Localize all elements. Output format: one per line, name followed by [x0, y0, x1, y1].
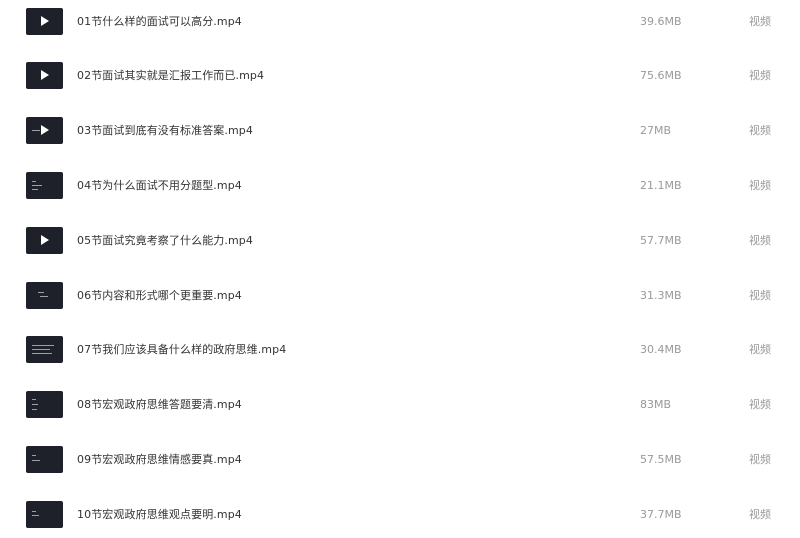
thumbnail-text-line	[32, 188, 38, 190]
play-icon	[41, 15, 49, 26]
file-type: 视频	[749, 289, 771, 302]
file-name[interactable]: 06节内容和形式哪个更重要.mp4	[77, 287, 242, 303]
file-name[interactable]: 03节面试到底有没有标准答案.mp4	[77, 122, 253, 138]
file-name[interactable]: 04节为什么面试不用分题型.mp4	[77, 177, 242, 193]
thumbnail-text-line	[40, 295, 48, 297]
play-icon	[41, 69, 49, 80]
file-name[interactable]: 08节宏观政府思维答题要清.mp4	[77, 396, 242, 412]
file-size: 75.6MB	[640, 68, 682, 82]
video-thumbnail[interactable]	[26, 445, 63, 473]
file-size: 57.5MB	[640, 452, 682, 466]
file-type: 视频	[749, 234, 771, 247]
file-type: 视频	[749, 398, 771, 411]
video-thumbnail[interactable]	[26, 116, 63, 144]
file-name[interactable]: 01节什么样的面试可以高分.mp4	[77, 13, 242, 29]
thumbnail-text-line	[32, 514, 39, 516]
file-row[interactable]: 04节为什么面试不用分题型.mp4 21.1MB 视频	[0, 158, 800, 212]
thumbnail-text-line	[32, 459, 40, 461]
file-row[interactable]: 03节面试到底有没有标准答案.mp4 27MB 视频	[0, 103, 800, 157]
video-thumbnail[interactable]	[26, 7, 63, 35]
thumbnail-text-line	[38, 291, 44, 293]
file-type: 视频	[749, 508, 771, 521]
thumbnail-text-line	[32, 408, 37, 410]
video-thumbnail[interactable]	[26, 335, 63, 363]
file-type: 视频	[749, 124, 771, 137]
file-size: 37.7MB	[640, 507, 682, 521]
thumbnail-text-line	[32, 352, 52, 354]
file-size: 30.4MB	[640, 342, 682, 356]
thumbnail-text-line	[32, 184, 42, 186]
thumbnail-text-line	[32, 454, 36, 456]
video-thumbnail[interactable]	[26, 500, 63, 528]
video-thumbnail[interactable]	[26, 61, 63, 89]
file-row[interactable]: 10节宏观政府思维观点要明.mp4 37.7MB 视频	[0, 487, 800, 538]
file-size: 57.7MB	[640, 233, 682, 247]
file-name[interactable]: 07节我们应该具备什么样的政府思维.mp4	[77, 341, 286, 357]
file-row[interactable]: 05节面试究竟考察了什么能力.mp4 57.7MB 视频	[0, 213, 800, 267]
video-thumbnail[interactable]	[26, 281, 63, 309]
video-thumbnail[interactable]	[26, 171, 63, 199]
file-size: 21.1MB	[640, 178, 682, 192]
thumbnail-text-line	[32, 510, 36, 512]
file-size: 39.6MB	[640, 14, 682, 28]
file-type: 视频	[749, 69, 771, 82]
file-size: 27MB	[640, 123, 672, 137]
file-row[interactable]: 01节什么样的面试可以高分.mp4 39.6MB 视频	[0, 0, 800, 48]
thumbnail-text-line	[32, 398, 36, 400]
video-thumbnail[interactable]	[26, 226, 63, 254]
file-row[interactable]: 02节面试其实就是汇报工作而已.mp4 75.6MB 视频	[0, 48, 800, 102]
play-icon	[41, 124, 49, 135]
video-thumbnail[interactable]	[26, 390, 63, 418]
file-row[interactable]: 06节内容和形式哪个更重要.mp4 31.3MB 视频	[0, 268, 800, 322]
file-type: 视频	[749, 343, 771, 356]
thumbnail-text-line	[32, 180, 36, 182]
thumbnail-text-line	[32, 348, 50, 350]
file-row[interactable]: 08节宏观政府思维答题要清.mp4 83MB 视频	[0, 377, 800, 431]
play-icon	[41, 234, 49, 245]
file-name[interactable]: 10节宏观政府思维观点要明.mp4	[77, 506, 242, 522]
file-size: 31.3MB	[640, 288, 682, 302]
thumbnail-text-line	[32, 344, 54, 346]
file-row[interactable]: 09节宏观政府思维情感要真.mp4 57.5MB 视频	[0, 432, 800, 486]
file-type: 视频	[749, 15, 771, 28]
file-type: 视频	[749, 179, 771, 192]
file-type: 视频	[749, 453, 771, 466]
file-row[interactable]: 07节我们应该具备什么样的政府思维.mp4 30.4MB 视频	[0, 322, 800, 376]
file-list: 01节什么样的面试可以高分.mp4 39.6MB 视频 02节面试其实就是汇报工…	[0, 0, 800, 538]
file-name[interactable]: 05节面试究竟考察了什么能力.mp4	[77, 232, 253, 248]
thumbnail-text-line	[32, 403, 38, 405]
file-name[interactable]: 09节宏观政府思维情感要真.mp4	[77, 451, 242, 467]
file-size: 83MB	[640, 397, 672, 411]
file-name[interactable]: 02节面试其实就是汇报工作而已.mp4	[77, 67, 264, 83]
thumbnail-text-line	[32, 129, 40, 131]
